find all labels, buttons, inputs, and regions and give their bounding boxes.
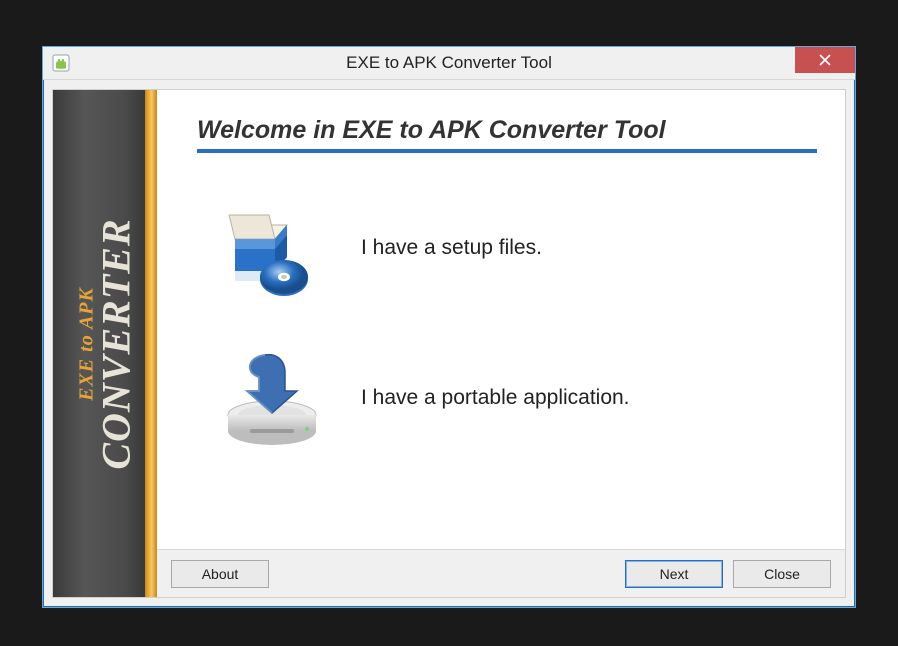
download-drive-icon <box>217 343 327 453</box>
close-icon <box>819 54 831 66</box>
window-title: EXE to APK Converter Tool <box>43 53 855 73</box>
option-setup-files[interactable]: I have a setup files. <box>197 193 817 303</box>
option-portable-app[interactable]: I have a portable application. <box>197 343 817 453</box>
app-icon <box>51 53 71 73</box>
app-window: EXE to APK Converter Tool EXE to APK CON… <box>42 46 856 608</box>
about-button[interactable]: About <box>171 560 269 588</box>
sidebar-accent-bar <box>145 90 157 597</box>
sidebar-logo-text: EXE to APK CONVERTER <box>76 218 135 469</box>
main-pane: Welcome in EXE to APK Converter Tool <box>157 90 845 597</box>
close-button[interactable]: Close <box>733 560 831 588</box>
sidebar: EXE to APK CONVERTER <box>53 90 157 597</box>
option-portable-label: I have a portable application. <box>361 386 630 410</box>
window-close-button[interactable] <box>795 47 855 73</box>
client-area: EXE to APK CONVERTER Welcome in EXE to A… <box>52 89 846 598</box>
heading-rule <box>197 149 817 153</box>
sidebar-title: CONVERTER <box>99 218 135 469</box>
option-setup-label: I have a setup files. <box>361 236 542 260</box>
titlebar[interactable]: EXE to APK Converter Tool <box>43 47 855 80</box>
page-heading: Welcome in EXE to APK Converter Tool <box>197 116 817 145</box>
setup-box-icon <box>217 193 327 303</box>
button-bar: About Next Close <box>157 549 845 597</box>
next-button[interactable]: Next <box>625 560 723 588</box>
